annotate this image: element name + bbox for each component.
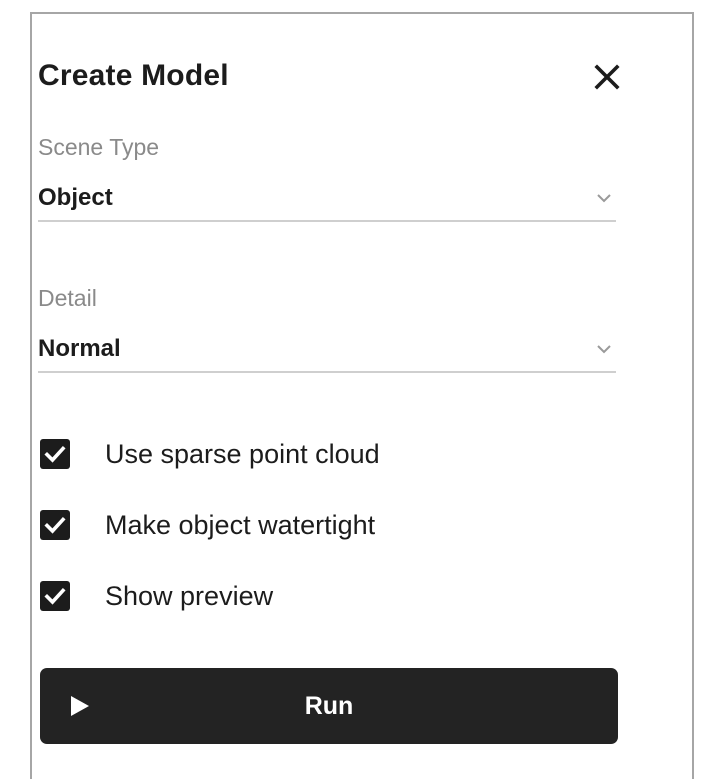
dialog-header: Create Model [38,56,620,96]
show-preview-option[interactable]: Show preview [38,576,538,616]
make-object-watertight-option[interactable]: Make object watertight [38,505,538,545]
scene-type-value: Object [38,184,113,211]
chevron-down-icon [596,343,612,355]
create-model-dialog [30,12,694,779]
show-preview-checkbox[interactable] [40,581,70,611]
scene-type-select[interactable]: Object [38,184,616,222]
scene-type-field: Scene Type Object [38,132,616,222]
run-button[interactable]: Run [40,668,618,744]
checkmark-icon [44,516,66,534]
detail-label: Detail [38,285,97,311]
use-sparse-point-cloud-label: Use sparse point cloud [105,439,380,469]
detail-field: Detail Normal [38,283,616,373]
make-object-watertight-label: Make object watertight [105,510,376,540]
use-sparse-point-cloud-checkbox[interactable] [40,439,70,469]
chevron-down-icon [596,192,612,204]
close-button[interactable] [590,60,624,94]
close-icon [594,64,620,90]
use-sparse-point-cloud-option[interactable]: Use sparse point cloud [38,434,538,474]
detail-value: Normal [38,335,121,362]
detail-select[interactable]: Normal [38,335,616,373]
checkmark-icon [44,445,66,463]
make-object-watertight-checkbox[interactable] [40,510,70,540]
scene-type-label: Scene Type [38,134,160,160]
show-preview-label: Show preview [105,581,274,611]
dialog-title: Create Model [38,59,229,92]
checkmark-icon [44,587,66,605]
run-button-label: Run [304,692,354,720]
